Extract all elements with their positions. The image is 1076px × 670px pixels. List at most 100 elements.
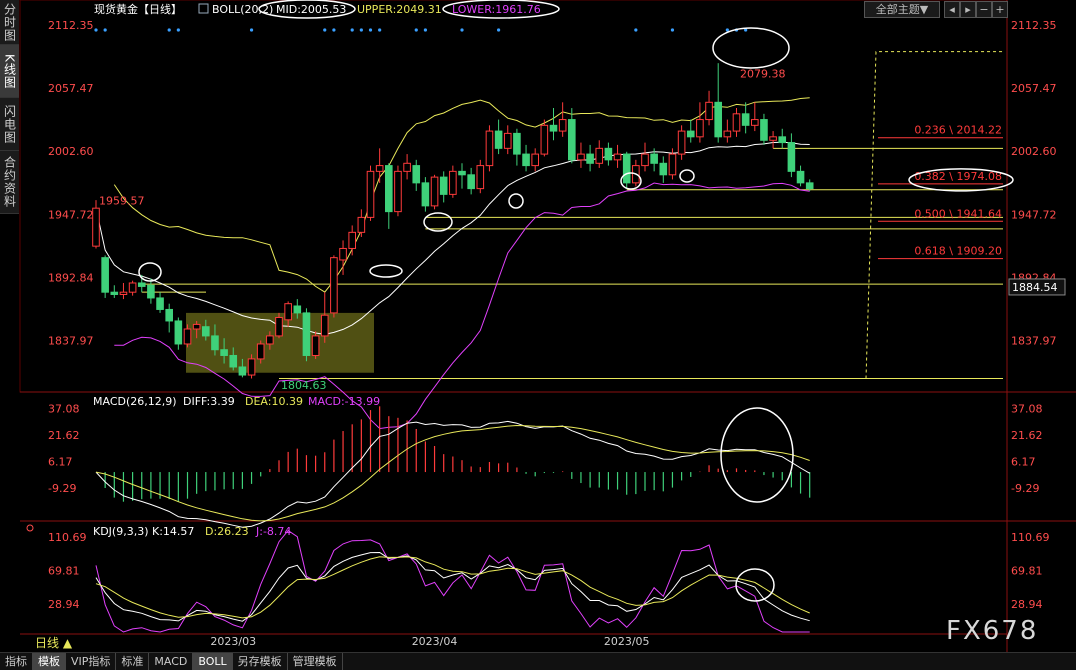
signal-dot <box>94 28 98 32</box>
candle-body <box>174 320 183 345</box>
candle-body <box>677 130 686 155</box>
candle-body <box>668 153 677 176</box>
candle-body <box>284 303 292 321</box>
tab-vip-indicator[interactable]: VIP指标 <box>66 653 117 670</box>
tab-boll[interactable]: BOLL <box>193 653 233 670</box>
signal-dot <box>414 28 418 32</box>
macd-dea-line <box>95 424 810 522</box>
candle-body <box>229 354 238 368</box>
nav-left-icon[interactable]: ◂ <box>944 1 960 18</box>
chart-canvas[interactable]: 现货黄金【日线】 BOLL(20,2) MID:2005.53 UPPER:2049.… <box>0 0 1076 652</box>
signal-dot <box>103 28 107 32</box>
tab-indicator[interactable]: 指标 <box>0 653 33 670</box>
kdj-j-label: J:-8.74 <box>255 525 291 538</box>
signal-dot <box>378 28 382 32</box>
zoom-in-icon[interactable]: + <box>992 1 1008 18</box>
candle-body <box>183 328 192 345</box>
candle-body <box>449 170 457 195</box>
template-tab-bar: 指标 模板 VIP指标 标准 MACD BOLL 另存模板 管理模板 <box>0 652 1076 670</box>
zoom-out-icon[interactable]: − <box>976 1 992 18</box>
kdj-y-tick-left: 110.69 <box>48 531 87 544</box>
candle-body <box>622 153 631 184</box>
tab-template[interactable]: 模板 <box>33 653 66 670</box>
candle-body <box>760 119 768 141</box>
tab-timeshare[interactable]: 分时图 <box>0 0 19 45</box>
main-y-tick-right: 2002.60 <box>1011 145 1057 158</box>
candle-body <box>266 335 274 345</box>
candle-body <box>211 335 219 351</box>
signal-dot <box>460 28 464 32</box>
low-price-label: 1804.63 <box>281 379 327 392</box>
candle-body <box>192 323 201 330</box>
signal-dot <box>497 28 501 32</box>
kdj-k-line <box>95 551 810 622</box>
signal-dot <box>249 28 254 32</box>
candle-body <box>467 174 475 190</box>
theme-dropdown[interactable]: 全部主题▼ <box>864 1 940 18</box>
candle-body <box>686 130 695 138</box>
candle-body <box>238 366 247 376</box>
tab-kline[interactable]: K线图 <box>0 45 19 98</box>
tab-manage-template[interactable]: 管理模板 <box>288 653 343 670</box>
tab-save-template[interactable]: 另存模板 <box>233 653 288 670</box>
tab-flash-chart[interactable]: 闪电图 <box>0 98 19 151</box>
fib-label: 0.236 \ 2014.22 <box>914 124 1002 137</box>
candle-body <box>568 119 576 161</box>
candle-body <box>805 182 814 190</box>
candle-body <box>311 335 320 356</box>
macd-y-tick-left: 6.17 <box>48 455 73 468</box>
indicator-icon <box>198 3 209 14</box>
candle-body <box>751 119 759 126</box>
candle-body <box>412 165 421 184</box>
candle-body <box>503 132 512 149</box>
candle-body <box>137 282 146 287</box>
main-y-tick-right: 1837.97 <box>1011 335 1057 348</box>
candle-body <box>476 165 485 190</box>
signal-dot <box>423 28 427 32</box>
macd-dea-label: DEA:10.39 <box>245 395 303 408</box>
candle-body <box>641 153 649 167</box>
candle-body <box>247 358 256 376</box>
candle-body <box>275 317 283 337</box>
candle-body <box>293 305 302 314</box>
signal-dot <box>332 28 336 32</box>
candle-body <box>119 291 128 295</box>
candle-body <box>165 308 173 322</box>
main-panel-frame <box>19 0 1008 393</box>
macd-y-tick-right: 6.17 <box>1011 455 1036 468</box>
candle-body <box>650 153 658 164</box>
candle-body <box>714 101 723 138</box>
candle-body <box>659 162 668 176</box>
candle-body <box>92 207 100 247</box>
tab-contract-info[interactable]: 合约资料 <box>0 151 19 214</box>
candle-body <box>330 257 338 314</box>
candle-body <box>403 162 411 172</box>
macd-y-tick-right: 21.62 <box>1011 429 1043 442</box>
candle-body <box>439 176 448 195</box>
macd-title: MACD(26,12,9) <box>93 395 177 408</box>
tab-standard[interactable]: 标准 <box>116 653 150 670</box>
tab-macd[interactable]: MACD <box>149 653 194 670</box>
boll-upper-label: UPPER:2049.31 <box>357 3 442 16</box>
time-axis-tick: 2023/05 <box>604 635 650 648</box>
nav-right-icon[interactable]: ▸ <box>960 1 976 18</box>
kdj-d-line <box>95 556 810 619</box>
candle-body <box>302 312 311 356</box>
main-y-tick-right: 1947.72 <box>1011 208 1057 221</box>
kdj-title: KDJ(9,3,3) <box>93 525 149 538</box>
signal-dot <box>176 28 180 32</box>
candle-body <box>769 136 777 141</box>
main-y-tick-right: 2057.47 <box>1011 82 1057 95</box>
kdj-y-tick-right: 110.69 <box>1011 531 1050 544</box>
candle-body <box>147 284 155 299</box>
candle-body <box>494 130 503 149</box>
kdj-y-tick-left: 69.81 <box>48 564 80 577</box>
candle-body <box>705 101 713 121</box>
boll-mid-label: MID:2005.53 <box>276 3 346 16</box>
macd-y-tick-right: -9.29 <box>1011 482 1039 495</box>
candle-body <box>558 119 567 132</box>
annotation-circle-pivot <box>423 212 453 232</box>
kdj-k-label: K:14.57 <box>152 525 194 538</box>
kdj-y-tick-right: 28.94 <box>1011 598 1043 611</box>
candle-body <box>723 130 732 138</box>
